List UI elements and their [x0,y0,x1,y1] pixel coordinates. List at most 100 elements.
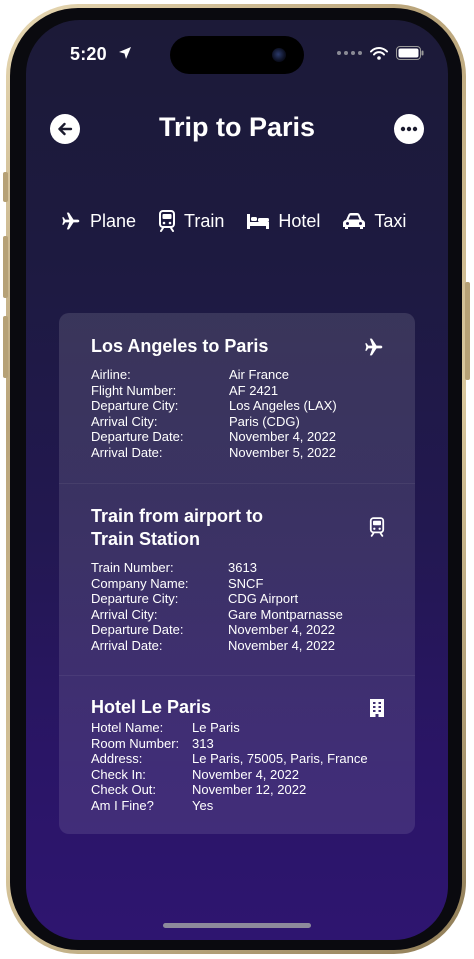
more-options-button[interactable] [394,114,424,144]
transport-tabs: Plane Train Hotel Taxi [60,206,448,236]
detail-key: Flight Number: [91,382,177,398]
flight-section[interactable]: Los Angeles to Paris Airline: Air France … [59,313,415,483]
detail-key: Arrival City: [91,413,158,429]
wifi-icon [370,46,388,60]
detail-key: Departure City: [91,398,179,413]
detail-row: Hotel Name: Le Paris [91,720,368,736]
location-arrow-icon [119,47,131,59]
nav-bar: Trip to Paris [26,108,448,152]
detail-value: Le Paris, 75005, Paris, France [192,751,368,766]
detail-key: Check Out: [91,782,157,797]
detail-key: Arrival Date: [91,444,163,460]
home-indicator[interactable] [163,923,311,928]
flight-title: Los Angeles to Paris [91,336,269,356]
detail-key: Address: [91,751,143,766]
tab-train-label: Train [184,210,225,231]
detail-key: Am I Fine? [91,797,154,813]
detail-row: Check Out: November 12, 2022 [91,782,368,798]
action-button [3,172,8,202]
detail-row: Arrival Date: November 5, 2022 [91,445,337,461]
hotel-section[interactable]: Hotel Le Paris Hotel Name: Le Paris Room … [59,675,415,834]
detail-value: November 12, 2022 [192,782,307,797]
tab-plane-label: Plane [90,210,137,231]
detail-value: 313 [192,735,214,751]
detail-key: Airline: [91,367,131,382]
detail-value: Le Paris [192,720,240,735]
train-icon [159,210,176,232]
detail-row: Flight Number: AF 2421 [91,383,337,399]
detail-row: Departure Date: November 4, 2022 [91,429,337,445]
train-icon [369,517,385,537]
detail-key: Departure City: [91,591,179,606]
detail-row: Departure City: CDG Airport [91,591,343,607]
detail-row: Train Number: 3613 [91,560,343,576]
detail-row: Am I Fine? Yes [91,798,368,814]
detail-row: Address: Le Paris, 75005, Paris, France [91,751,368,767]
status-time: 5:20 [70,44,107,64]
train-title-line-1: Train from airport to [91,506,264,526]
detail-row: Departure City: Los Angeles (LAX) [91,398,337,414]
detail-value: November 4, 2022 [228,637,335,653]
tab-train[interactable]: Train [158,210,224,232]
tab-taxi[interactable]: Taxi [342,211,406,232]
tab-plane[interactable]: Plane [60,211,136,232]
itinerary-card: Los Angeles to Paris Airline: Air France … [59,313,415,834]
detail-value: Yes [192,797,214,813]
camera-icon [272,48,286,62]
detail-row: Room Number: 313 [91,736,368,752]
train-title: Train from airport to Train Station [91,505,263,551]
detail-row: Arrival Date: November 4, 2022 [91,638,343,654]
ellipsis-icon [400,126,418,132]
plane-icon [365,338,383,356]
detail-value: Los Angeles (LAX) [229,398,337,413]
detail-value: AF 2421 [229,382,279,398]
detail-value: 3613 [228,560,257,575]
detail-key: Departure Date: [91,622,184,637]
detail-value: November 5, 2022 [229,444,336,460]
bed-icon [247,214,270,229]
detail-row: Company Name: SNCF [91,576,343,592]
app-screen: 5:20 Trip to Paris Plane Train Hotel Tax… [26,20,448,940]
car-icon [343,213,366,229]
detail-key: Hotel Name: [91,720,164,735]
volume-down-button [3,316,8,378]
flight-details: Airline: Air France Flight Number: AF 2421… [91,367,337,460]
plane-icon [62,212,80,230]
detail-row: Arrival City: Gare Montparnasse [91,607,343,623]
detail-row: Arrival City: Paris (CDG) [91,414,337,430]
hotel-title: Hotel Le Paris [91,697,212,717]
detail-key: Train Number: [91,560,174,575]
detail-row: Airline: Air France [91,367,337,383]
page-title: Trip to Paris [158,112,316,142]
dynamic-island [170,36,304,74]
hotel-details: Hotel Name: Le Paris Room Number: 313 Addr… [91,720,368,813]
status-bar: 5:20 [26,20,448,80]
detail-value: SNCF [228,575,264,591]
train-details: Train Number: 3613 Company Name: SNCF Depa… [91,560,343,653]
tab-hotel[interactable]: Hotel [246,211,320,232]
detail-value: Gare Montparnasse [228,606,343,622]
detail-key: Arrival City: [91,606,158,622]
detail-row: Departure Date: November 4, 2022 [91,622,343,638]
side-button [465,282,470,380]
volume-up-button [3,236,8,298]
battery-icon [396,46,424,60]
train-title-line-2: Train Station [91,529,201,549]
detail-value: November 4, 2022 [192,766,299,782]
tab-hotel-label: Hotel [278,210,321,231]
detail-value: Air France [229,367,289,382]
detail-key: Arrival Date: [91,637,163,653]
detail-key: Room Number: [91,735,180,751]
detail-value: November 4, 2022 [228,622,335,637]
detail-key: Check In: [91,766,146,782]
building-icon [370,699,384,717]
detail-value: Paris (CDG) [229,413,300,429]
train-section[interactable]: Train from airport to Train Station Trai… [59,483,415,676]
detail-value: CDG Airport [228,591,299,606]
cellular-signal-icon [337,51,362,55]
tab-taxi-label: Taxi [374,210,407,231]
detail-key: Departure Date: [91,429,184,444]
detail-value: November 4, 2022 [229,429,336,444]
detail-row: Check In: November 4, 2022 [91,767,368,783]
detail-key: Company Name: [91,575,189,591]
